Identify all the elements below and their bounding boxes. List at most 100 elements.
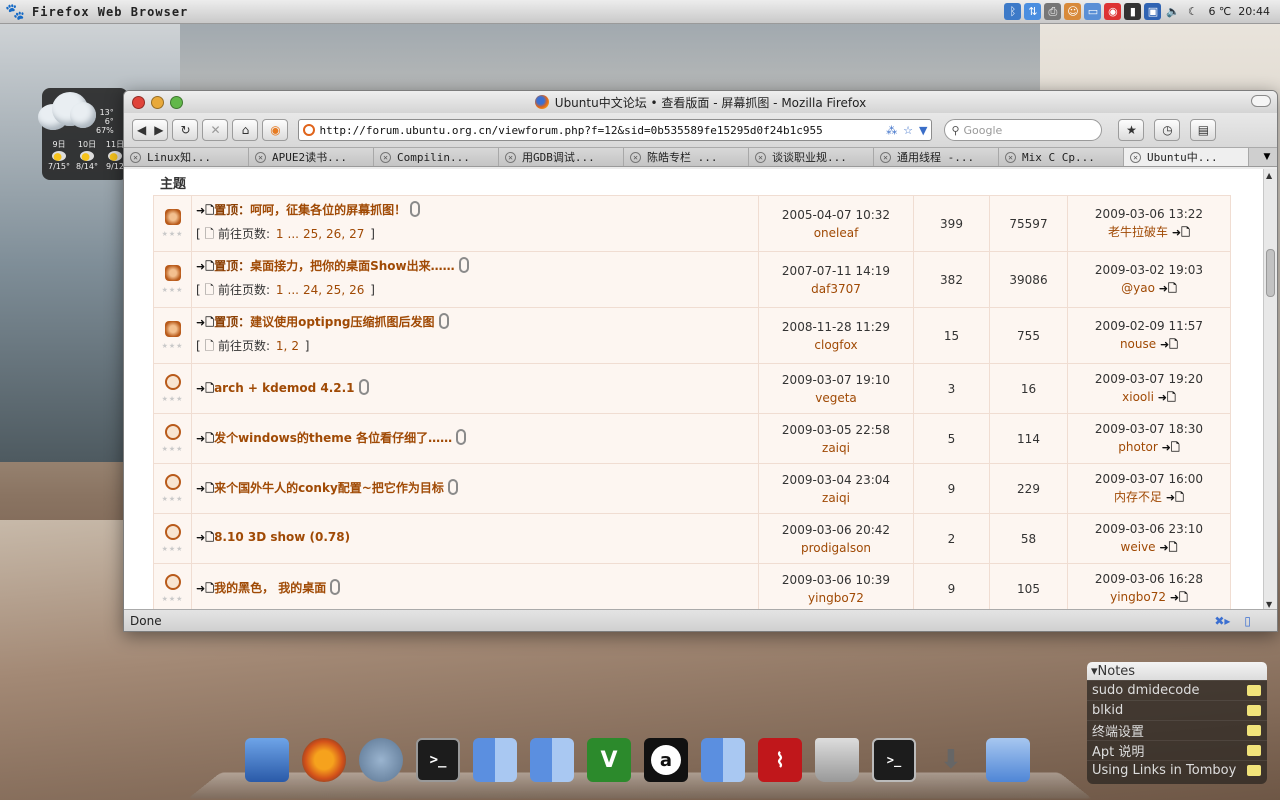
notes-header[interactable]: ▾ Notes	[1087, 662, 1267, 680]
goto-last-post-icon[interactable]: ➜🗋	[1158, 391, 1176, 404]
finder-icon[interactable]	[473, 738, 517, 782]
vim-icon[interactable]: V	[587, 738, 631, 782]
scroll-down-icon[interactable]: ▼	[1266, 600, 1272, 609]
pidgin-icon[interactable]: ☺	[1064, 3, 1082, 20]
goto-last-post-icon[interactable]: ➜🗋	[1172, 226, 1190, 239]
last-poster-link[interactable]: nouse	[1120, 337, 1156, 351]
topic-title-link[interactable]: 发个windows的theme 各位看仔细了……	[214, 431, 452, 445]
last-poster-link[interactable]: yingbo72	[1110, 590, 1166, 604]
author-link[interactable]: clogfox	[759, 336, 913, 354]
page-link[interactable]: ...	[288, 283, 299, 297]
toolbar-toggle-button[interactable]	[1251, 95, 1271, 107]
close-tab-icon[interactable]: ✕	[1005, 151, 1016, 163]
note-item[interactable]: blkid	[1087, 700, 1267, 720]
url-bar[interactable]: http://forum.ubuntu.org.cn/viewforum.php…	[298, 119, 933, 141]
new-post-arrow-icon[interactable]: ➜🗋	[196, 432, 214, 445]
battery-icon[interactable]: ▮	[1124, 3, 1142, 20]
rss-button[interactable]: ◉	[262, 119, 289, 141]
close-tab-icon[interactable]: ✕	[880, 151, 891, 163]
new-post-arrow-icon[interactable]: ➜🗋	[196, 531, 214, 544]
url-text[interactable]: http://forum.ubuntu.org.cn/viewforum.php…	[319, 124, 822, 137]
page-link[interactable]: 1	[276, 283, 284, 297]
tab[interactable]: ✕ 通用线程 -...	[874, 148, 999, 166]
close-tab-icon[interactable]: ✕	[505, 151, 516, 163]
tab[interactable]: ✕ Compilin...	[374, 148, 499, 166]
tab[interactable]: ✕ Mix C Cp...	[999, 148, 1124, 166]
search-box[interactable]: ⚲ Google	[944, 119, 1103, 141]
window-titlebar[interactable]: Ubuntu中文论坛 • 查看版面 - 屏幕抓图 - Mozilla Firef…	[124, 91, 1277, 113]
tab[interactable]: ✕ Linux知...	[124, 148, 249, 166]
new-post-arrow-icon[interactable]: ➜🗋	[196, 582, 214, 595]
close-tab-icon[interactable]: ✕	[630, 151, 641, 163]
new-post-arrow-icon[interactable]: ➜🗋	[196, 260, 214, 273]
stop-button[interactable]: ✕	[202, 119, 229, 141]
monitor-icon[interactable]: ▣	[1144, 3, 1162, 20]
author-link[interactable]: daf3707	[759, 280, 913, 298]
author-link[interactable]: oneleaf	[759, 224, 913, 242]
tab[interactable]: ✕ 谈谈职业规...	[749, 148, 874, 166]
topic-title-link[interactable]: 建议使用optipng压缩抓图后发图	[250, 315, 434, 329]
page-link[interactable]: 25,	[326, 283, 345, 297]
last-poster-link[interactable]: xiooli	[1122, 390, 1154, 404]
close-tab-icon[interactable]: ✕	[255, 151, 266, 163]
note-item[interactable]: 终端设置	[1087, 720, 1267, 740]
home-button[interactable]: ⌂	[232, 119, 259, 141]
tab[interactable]: ✕ 陈皓专栏 ...	[624, 148, 749, 166]
close-tab-icon[interactable]: ✕	[1130, 151, 1141, 163]
display-icon[interactable]: ▭	[1084, 3, 1102, 20]
close-tab-icon[interactable]: ✕	[380, 151, 391, 163]
vertical-scrollbar[interactable]: ▲ ▼	[1263, 169, 1277, 611]
terminal-icon[interactable]: >_	[416, 738, 460, 782]
folder-icon[interactable]	[986, 738, 1030, 782]
volume-icon[interactable]: 🔈	[1164, 3, 1181, 20]
reload-button[interactable]: ↻	[172, 119, 199, 141]
page-link[interactable]: 25,	[303, 227, 322, 241]
update-icon[interactable]: ◉	[1104, 3, 1122, 20]
topic-title-link[interactable]: 8.10 3D show (0.78)	[214, 530, 350, 544]
page-link[interactable]: 24,	[303, 283, 322, 297]
author-link[interactable]: vegeta	[759, 389, 913, 407]
goto-last-post-icon[interactable]: ➜🗋	[1162, 441, 1180, 454]
page-link[interactable]: ...	[288, 227, 299, 241]
author-link[interactable]: zaiqi	[759, 489, 913, 507]
finder-icon[interactable]	[530, 738, 574, 782]
page-link[interactable]: 1,	[276, 339, 287, 353]
topic-title-link[interactable]: 来个国外牛人的conky配置~把它作为目标	[214, 481, 444, 495]
last-poster-link[interactable]: @yao	[1121, 281, 1155, 295]
new-post-arrow-icon[interactable]: ➜🗋	[196, 382, 214, 395]
note-item[interactable]: Apt 说明	[1087, 740, 1267, 760]
page-link[interactable]: 1	[276, 227, 284, 241]
last-poster-link[interactable]: photor	[1118, 440, 1158, 454]
new-post-arrow-icon[interactable]: ➜🗋	[196, 204, 214, 217]
close-tab-icon[interactable]: ✕	[755, 151, 766, 163]
weather-text[interactable]: 6 ℃	[1208, 5, 1231, 18]
page-link[interactable]: 26,	[326, 227, 345, 241]
printer-icon[interactable]: ⎙	[1044, 3, 1062, 20]
firefox-icon[interactable]	[302, 738, 346, 782]
author-link[interactable]: yingbo72	[759, 589, 913, 607]
new-post-arrow-icon[interactable]: ➜🗋	[196, 482, 214, 495]
network-icon[interactable]	[359, 738, 403, 782]
close-tab-icon[interactable]: ✕	[130, 151, 141, 163]
amarok-icon[interactable]: a	[644, 738, 688, 782]
bookmarks-button[interactable]: ★	[1118, 119, 1145, 141]
page-link[interactable]: 2	[291, 339, 299, 353]
note-item[interactable]: sudo dmidecode	[1087, 680, 1267, 700]
gnome-foot-icon[interactable]: 🐾	[5, 2, 25, 21]
bluetooth-icon[interactable]: ᛒ	[1004, 3, 1022, 20]
new-post-arrow-icon[interactable]: ➜🗋	[196, 316, 214, 329]
last-poster-link[interactable]: weive	[1121, 540, 1156, 554]
clock[interactable]: 20:44	[1238, 5, 1270, 18]
page-icon[interactable]: ▯	[1244, 614, 1251, 628]
goto-last-post-icon[interactable]: ➜🗋	[1159, 541, 1177, 554]
page-link[interactable]: 27	[349, 227, 364, 241]
terminal-icon[interactable]: >_	[872, 738, 916, 782]
note-item[interactable]: Using Links in Tomboy	[1087, 760, 1267, 780]
download-icon[interactable]: ⬇	[929, 738, 973, 782]
trash-icon[interactable]	[815, 738, 859, 782]
back-icon[interactable]: ◀	[137, 123, 146, 137]
last-poster-link[interactable]: 内存不足	[1114, 490, 1162, 504]
topic-title-link[interactable]: 呵呵，征集各位的屏幕抓图！	[250, 203, 406, 217]
network-icon[interactable]: ⇅	[1024, 3, 1042, 20]
goto-last-post-icon[interactable]: ➜🗋	[1159, 282, 1177, 295]
